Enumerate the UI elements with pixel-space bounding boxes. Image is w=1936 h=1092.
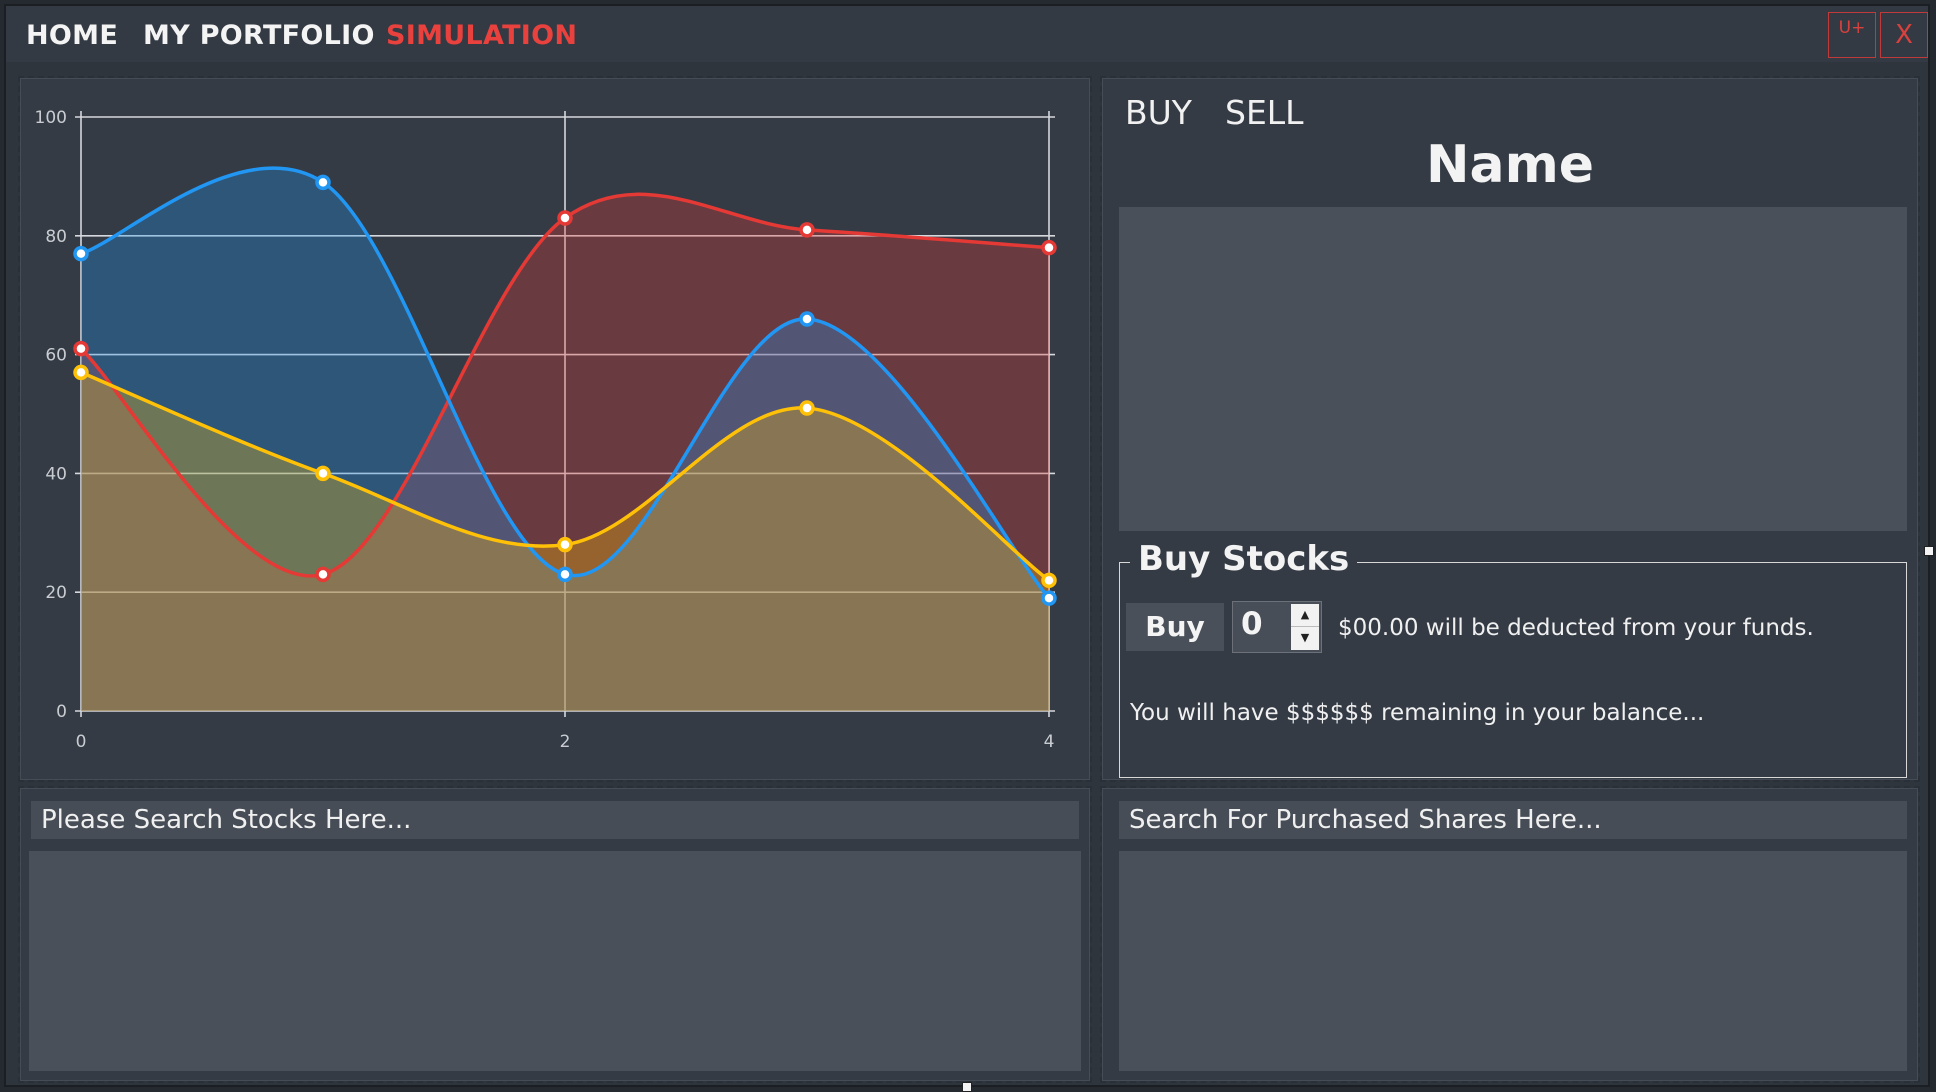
buy-button[interactable]: Buy	[1126, 603, 1224, 651]
unicode-button-label: U+	[1838, 18, 1866, 38]
data-point[interactable]	[557, 210, 573, 226]
close-button[interactable]: X	[1880, 12, 1928, 58]
buy-stocks-group: Buy Stocks Buy 0 ▲ ▼ $00.00 will be dedu…	[1119, 539, 1907, 778]
y-tick-label: 0	[56, 702, 67, 722]
close-icon: X	[1895, 20, 1913, 50]
data-point[interactable]	[1041, 572, 1057, 589]
tab-sell[interactable]: SELL	[1225, 93, 1304, 132]
trade-panel: BUY SELL Name Buy Stocks Buy 0 ▲ ▼ $00.0…	[1100, 76, 1920, 782]
quantity-stepper-buttons: ▲ ▼	[1291, 604, 1319, 650]
stock-name-title: Name	[1425, 135, 1595, 195]
resize-handle-right[interactable]	[1924, 546, 1934, 556]
data-point[interactable]	[557, 536, 573, 553]
data-point[interactable]	[799, 222, 815, 238]
data-point[interactable]	[73, 364, 89, 381]
stock-search-panel	[18, 786, 1092, 1083]
x-tick-label: 0	[76, 732, 87, 752]
nav-simulation[interactable]: SIMULATION	[386, 20, 577, 51]
data-point[interactable]	[1041, 239, 1057, 256]
data-point[interactable]	[315, 174, 331, 191]
stock-details-area	[1119, 207, 1907, 531]
chevron-up-icon[interactable]: ▲	[1291, 604, 1319, 627]
nav-my-portfolio[interactable]: MY PORTFOLIO	[143, 20, 375, 51]
quantity-value[interactable]: 0	[1241, 606, 1263, 642]
unicode-button[interactable]: U+	[1828, 12, 1876, 58]
y-tick-label: 40	[45, 464, 67, 484]
y-tick-label: 80	[45, 227, 67, 247]
top-nav-bar: HOME MY PORTFOLIO SIMULATION U+ X	[6, 6, 1928, 62]
shares-search-panel	[1100, 786, 1920, 1083]
data-point[interactable]	[799, 311, 815, 327]
quantity-stepper[interactable]: 0 ▲ ▼	[1232, 601, 1322, 653]
chart-panel: 0 20 40 60 80 100 0 2 4	[18, 76, 1092, 782]
stock-search-results	[29, 851, 1081, 1071]
data-point[interactable]	[315, 566, 331, 583]
y-tick-label: 100	[35, 108, 67, 128]
data-point[interactable]	[1041, 590, 1057, 606]
x-tick-label: 4	[1044, 732, 1055, 752]
data-point[interactable]	[315, 465, 331, 482]
shares-search-results	[1119, 851, 1907, 1071]
nav-home[interactable]: HOME	[26, 20, 118, 51]
balance-text: You will have $$$$$$ remaining in your b…	[1130, 700, 1705, 726]
y-tick-label: 20	[45, 583, 67, 603]
data-point[interactable]	[73, 245, 89, 262]
app-window: HOME MY PORTFOLIO SIMULATION U+ X 0 20 40 6…	[4, 4, 1934, 1092]
y-tick-label: 60	[45, 346, 67, 366]
shares-search-input[interactable]	[1119, 801, 1907, 839]
chevron-down-icon[interactable]: ▼	[1291, 627, 1319, 649]
x-tick-label: 2	[560, 732, 571, 752]
deduction-text: $00.00 will be deducted from your funds.	[1338, 615, 1814, 641]
data-point[interactable]	[557, 566, 573, 583]
data-point[interactable]	[73, 340, 89, 357]
tab-buy[interactable]: BUY	[1125, 93, 1192, 132]
stock-search-input[interactable]	[31, 801, 1079, 839]
buy-stocks-heading: Buy Stocks	[1130, 539, 1358, 579]
data-point[interactable]	[799, 400, 815, 416]
stock-price-chart: 0 20 40 60 80 100 0 2 4	[35, 108, 1057, 752]
